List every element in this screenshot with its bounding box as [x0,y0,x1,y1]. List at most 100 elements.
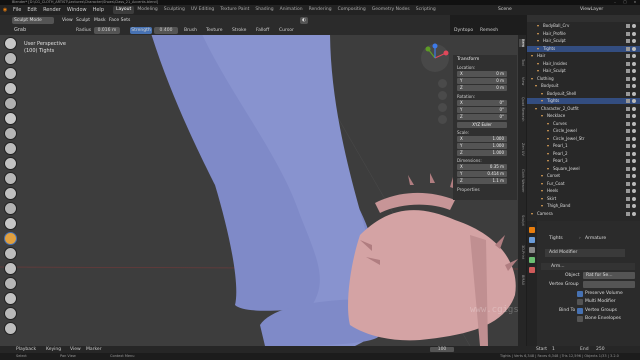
visibility-eye-icon[interactable] [632,166,636,171]
flatten-brush-icon[interactable] [4,172,17,185]
visibility-eye-icon[interactable] [632,129,636,133]
render-camera-icon[interactable] [626,69,630,73]
remesh-dropdown[interactable]: Remesh [480,28,498,33]
render-camera-icon[interactable] [626,204,630,208]
rotation-y-field[interactable]: Y 0° [457,107,507,113]
menu-help[interactable]: Help [90,7,107,13]
tab-view[interactable]: View [519,77,525,85]
expand-arrow-icon[interactable]: ▾ [541,173,543,179]
expand-arrow-icon[interactable]: ▾ [537,61,539,67]
outliner-row[interactable]: ▾ Hair_Sculpt [527,38,640,44]
tab-geometry-nodes[interactable]: Geometry Nodes [369,6,413,14]
3d-viewport[interactable]: User Perspective (100) Tights www.cgigs.… [0,35,525,346]
scale-y-field[interactable]: Y 1.000 [457,143,507,149]
visibility-eye-icon[interactable] [632,84,636,88]
outliner-row[interactable]: ▾ Pearl_2 [527,151,640,157]
visibility-eye-icon[interactable] [632,144,636,148]
modifier-header[interactable]: Arm... [541,263,635,270]
material-tab-icon[interactable] [529,267,535,273]
render-camera-icon[interactable] [626,136,630,141]
expand-arrow-icon[interactable]: ▾ [541,196,543,202]
expand-arrow-icon[interactable]: ▾ [537,23,539,29]
expand-arrow-icon[interactable]: ▾ [531,53,533,59]
render-camera-icon[interactable] [626,129,630,133]
visibility-eye-icon[interactable] [632,121,636,126]
visibility-eye-icon[interactable] [632,91,636,96]
render-camera-icon[interactable] [626,31,630,36]
smooth-brush-icon[interactable] [4,157,17,170]
thumb-brush-icon[interactable] [4,277,17,290]
expand-arrow-icon[interactable]: ▾ [537,31,539,37]
render-camera-icon[interactable] [626,106,630,111]
tab-tool[interactable]: Tool [519,59,525,66]
render-camera-icon[interactable] [626,121,630,126]
tab-cloth-weaver[interactable]: Cloth Weaver [519,169,525,192]
vertex-groups-checkbox[interactable] [577,308,583,314]
clay-brush-icon[interactable] [4,67,17,80]
outliner-row[interactable]: ▾ Character_2_Outfit [527,106,640,112]
expand-arrow-icon[interactable]: ▾ [541,91,543,97]
object-tab-icon[interactable] [529,227,535,233]
outliner-row[interactable]: ▾ Hair [527,53,640,59]
start-frame-field[interactable]: 1 [552,346,555,353]
expand-arrow-icon[interactable]: ▾ [535,83,537,89]
outliner-row[interactable]: ▾ Square_Jewel [527,166,640,172]
inflate-brush-icon[interactable] [4,112,17,125]
outliner-row[interactable]: ▾ BodyBall_Crv [527,23,640,29]
scene-selector[interactable]: Scene [498,6,512,14]
blender-logo-icon[interactable]: ◉ [0,7,10,13]
stroke-dropdown[interactable]: Stroke [232,28,246,33]
expand-arrow-icon[interactable]: ▾ [547,143,549,149]
render-camera-icon[interactable] [626,196,630,201]
viewport-shading-icon[interactable]: ◐ [300,17,308,24]
menu-window[interactable]: Window [64,7,90,13]
visibility-eye-icon[interactable] [632,114,636,118]
visibility-eye-icon[interactable] [632,99,636,103]
expand-arrow-icon[interactable]: ▾ [547,136,549,142]
render-camera-icon[interactable] [626,24,630,28]
location-z-field[interactable]: Z0 m [457,85,507,91]
outliner-row[interactable]: ▾ Hair_Sculpt [527,68,640,74]
outliner-row[interactable]: ▾ Hair_Profile [527,31,640,37]
outliner-row[interactable]: ▾ Skirt [527,196,640,202]
render-camera-icon[interactable] [626,91,630,96]
render-camera-icon[interactable] [626,76,630,81]
strength-label[interactable]: Strength [130,27,152,34]
menu-view[interactable]: View [60,17,75,24]
grid-toggle-icon[interactable] [438,115,447,124]
visibility-eye-icon[interactable] [632,136,636,141]
outliner-row[interactable]: ▾ Tights [527,45,640,52]
constraint-tab-icon[interactable] [529,257,535,263]
outliner-row[interactable]: ▾ Heels [527,188,640,194]
expand-arrow-icon[interactable]: ▾ [541,203,543,209]
camera-view-icon[interactable] [438,103,447,112]
visibility-eye-icon[interactable] [632,54,636,58]
location-x-field[interactable]: X0 m [457,71,507,77]
tab-animation[interactable]: Animation [277,6,306,14]
expand-arrow-icon[interactable]: ▾ [547,121,549,127]
expand-arrow-icon[interactable]: ▾ [537,46,539,52]
tab-uv-editing[interactable]: UV Editing [188,6,217,14]
visibility-eye-icon[interactable] [632,39,636,43]
playback-menu[interactable]: Playback [16,346,36,353]
vertex-group-field[interactable] [583,281,635,288]
mode-dropdown[interactable]: Sculpt Mode [12,17,54,24]
expand-arrow-icon[interactable]: ▾ [547,128,549,134]
outliner-row[interactable]: ▾ Circle_Jewel [527,128,640,134]
rotation-mode-dropdown[interactable]: XYZ Euler [457,122,507,128]
render-camera-icon[interactable] [626,46,630,51]
falloff-dropdown[interactable]: Falloff [256,28,269,33]
end-frame-field[interactable]: 250 [596,346,605,353]
view-menu[interactable]: View [70,346,81,353]
fill-brush-icon[interactable] [4,187,17,200]
preserve-volume-checkbox[interactable] [577,291,583,297]
draw-sharp-brush-icon[interactable] [4,52,17,65]
tab-quad-remesh[interactable]: Quad Remesh [519,97,525,122]
scrape-brush-icon[interactable] [4,202,17,215]
visibility-eye-icon[interactable] [632,159,636,163]
menu-file[interactable]: File [10,7,24,13]
current-frame-field[interactable]: 100 [430,347,454,352]
bone-envelopes-checkbox[interactable] [577,316,583,322]
expand-arrow-icon[interactable]: ▾ [535,106,537,112]
outliner-row[interactable]: ▾ Circle_Jewel_Str [527,136,640,142]
